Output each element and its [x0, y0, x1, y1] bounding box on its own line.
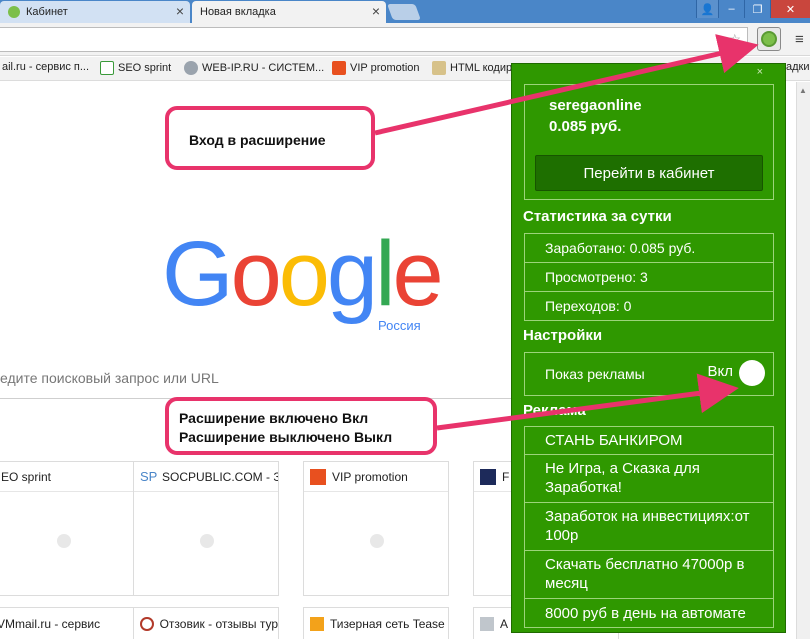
- stats-title: Статистика за сутки: [523, 208, 672, 225]
- minimize-button[interactable]: –: [718, 0, 744, 18]
- bookmark-item[interactable]: SEO sprint: [100, 61, 171, 75]
- google-logo: Google: [162, 223, 444, 325]
- site-icon: [480, 616, 494, 631]
- settings-title: Настройки: [523, 327, 603, 344]
- ext-favicon-icon: [8, 6, 20, 18]
- ad-link[interactable]: Заработок на инвестициях:от 100р: [524, 502, 774, 551]
- annotation-toggle: Расширение включено Вкл Расширение выклю…: [165, 397, 437, 455]
- most-visited-tile[interactable]: VMmail.ru - сервис: [0, 607, 136, 639]
- tile-label: VIP promotion: [332, 469, 408, 484]
- tile-label: F: [502, 469, 510, 484]
- tab-label: Новая вкладка: [200, 6, 276, 18]
- otzovik-icon: [140, 616, 154, 631]
- html-icon: [432, 61, 446, 75]
- bookmark-star-icon[interactable]: ☆: [728, 31, 741, 48]
- most-visited-tile[interactable]: VIP promotion: [303, 461, 449, 596]
- stat-earned: Заработано: 0.085 руб.: [524, 233, 774, 263]
- search-input[interactable]: едите поисковый запрос или URL: [0, 363, 520, 399]
- profile-icon[interactable]: 👤: [696, 0, 718, 18]
- address-bar[interactable]: ☆: [0, 27, 748, 52]
- socpublic-icon: SP: [140, 468, 158, 484]
- bookmark-item[interactable]: HTML кодир: [432, 61, 512, 75]
- tab-strip: Кабинет × Новая вкладка × 👤 – ❐ ✕: [0, 0, 810, 23]
- most-visited-tile[interactable]: SP SOCPUBLIC.COM - З: [133, 461, 279, 596]
- balance: 0.085 руб.: [549, 118, 622, 135]
- stat-clicks: Переходов: 0: [524, 291, 774, 321]
- show-ads-label: Показ рекламы: [545, 366, 645, 382]
- vip-promotion-icon: [332, 61, 346, 75]
- username: seregaonline: [549, 97, 642, 114]
- stat-viewed: Просмотрено: 3: [524, 262, 774, 292]
- tab-cabinet[interactable]: Кабинет ×: [0, 1, 190, 23]
- popup-close-icon[interactable]: ×: [757, 66, 763, 78]
- tile-label: SOCPUBLIC.COM - З: [162, 469, 278, 484]
- vip-promotion-icon: [310, 468, 326, 485]
- show-ads-setting: Показ рекламы Вкл: [524, 352, 774, 396]
- tab-label: Кабинет: [26, 6, 68, 18]
- web-ip-icon: [184, 61, 198, 75]
- ad-link[interactable]: Скачать бесплатно 47000р в месяц: [524, 550, 774, 599]
- scrollbar[interactable]: [796, 82, 810, 639]
- extension-icon: [761, 31, 777, 47]
- google-region-label: Россия: [378, 318, 421, 333]
- bookmark-item[interactable]: ail.ru - сервис п...: [2, 61, 89, 73]
- cabinet-button[interactable]: Перейти в кабинет: [535, 155, 763, 191]
- ads-title: Реклама: [523, 402, 586, 419]
- bookmark-item[interactable]: VIP promotion: [332, 61, 420, 75]
- close-window-button[interactable]: ✕: [770, 0, 810, 18]
- tab-new-tab[interactable]: Новая вкладка ×: [192, 1, 386, 23]
- menu-icon[interactable]: ≡: [795, 31, 804, 48]
- new-tab-button[interactable]: [387, 4, 421, 20]
- account-box: seregaonline 0.085 руб. Перейти в кабине…: [524, 84, 774, 200]
- bookmark-item[interactable]: адки: [786, 61, 810, 73]
- most-visited-tile[interactable]: EO sprint: [0, 461, 136, 596]
- ad-link[interactable]: СТАНЬ БАНКИРОМ: [524, 426, 774, 455]
- ads-toggle[interactable]: [739, 360, 765, 386]
- toolbar: ☆ ≡: [0, 23, 810, 56]
- most-visited-tile[interactable]: Отзовик - отзывы тур: [133, 607, 279, 639]
- most-visited-tile[interactable]: Тизерная сеть Tease: [303, 607, 449, 639]
- bookmark-item[interactable]: WEB-IP.RU - СИСТЕМ...: [184, 61, 324, 75]
- scroll-up-arrow-icon[interactable]: ▲: [799, 86, 807, 95]
- maximize-button[interactable]: ❐: [744, 0, 770, 18]
- tile-thumbnail: [200, 534, 214, 548]
- tile-label: EO sprint: [1, 469, 52, 484]
- annotation-login: Вход в расширение: [165, 106, 375, 170]
- toggle-state-label: Вкл: [707, 363, 734, 380]
- site-icon: [480, 468, 496, 485]
- extension-button[interactable]: [757, 27, 781, 51]
- window-controls: 👤 – ❐ ✕: [696, 0, 810, 18]
- ad-link[interactable]: 8000 руб в день на автомате: [524, 598, 774, 628]
- tile-thumbnail: [370, 534, 384, 548]
- tile-thumbnail: [57, 534, 71, 548]
- teaser-icon: [310, 616, 324, 631]
- close-tab-icon[interactable]: ×: [176, 4, 184, 18]
- ad-link[interactable]: Не Игра, а Сказка для Заработка!: [524, 454, 774, 503]
- seo-sprint-icon: [100, 61, 114, 75]
- close-tab-icon[interactable]: ×: [372, 4, 380, 18]
- extension-popup: × seregaonline 0.085 руб. Перейти в каби…: [511, 63, 786, 633]
